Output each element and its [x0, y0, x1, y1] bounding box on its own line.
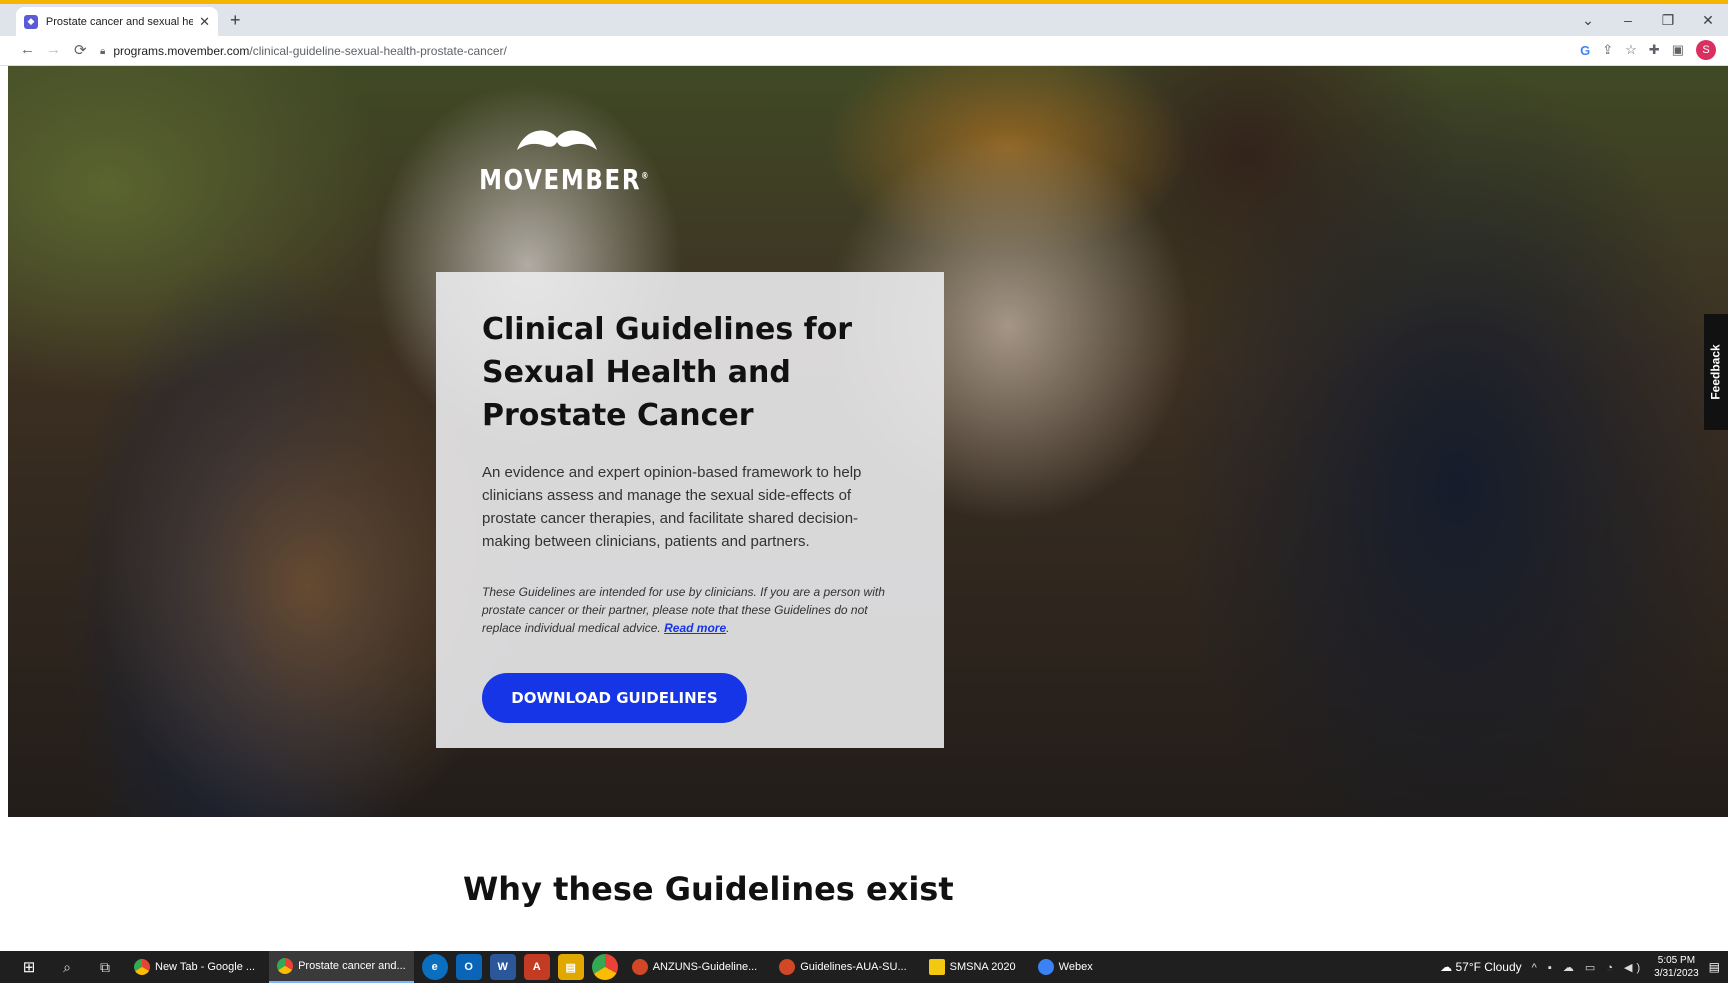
cloud-icon: ☁	[1440, 960, 1453, 974]
taskbar-app-label: ANZUNS-Guideline...	[652, 961, 758, 973]
taskbar-app-label: New Tab - Google ...	[155, 961, 256, 973]
windows-start-icon[interactable]: ⊞	[14, 958, 44, 976]
url-path: /clinical-guideline-sexual-health-prosta…	[249, 44, 507, 58]
system-tray: ☁ 57°F Cloudy ^ ▪ ☁ ▭ ◔ ◀) 5:05 PM 3/31/…	[1440, 951, 1720, 983]
forward-arrow-icon[interactable]: →	[46, 41, 61, 58]
back-arrow-icon[interactable]: ←	[20, 41, 35, 58]
logo-text: MOVEMBER	[479, 163, 642, 196]
powerpoint-icon	[779, 959, 796, 975]
section-title: Why these Guidelines exist	[463, 870, 954, 908]
search-icon[interactable]: ⌕	[52, 959, 82, 976]
logo-registered-mark: ®	[641, 171, 651, 182]
address-bar[interactable]: 🔒︎ programs.movember.com /clinical-guide…	[100, 39, 1540, 63]
close-tab-icon[interactable]: ✕	[199, 14, 210, 30]
side-panel-icon[interactable]: ▣	[1672, 42, 1684, 58]
notification-icon[interactable]: ▤	[1709, 960, 1720, 974]
browser-toolbar: ← → ⟳ 🔒︎ programs.movember.com /clinical…	[0, 36, 1728, 66]
extensions-puzzle-icon[interactable]: ✚	[1649, 42, 1660, 58]
hero-description: An evidence and expert opinion-based fra…	[482, 464, 862, 550]
movember-favicon-icon: ◆	[24, 14, 38, 29]
hero-disclaimer: These Guidelines are intended for use by…	[482, 583, 892, 637]
close-window-button[interactable]: ✕	[1688, 8, 1728, 32]
taskbar-app-anzuns[interactable]: ANZUNS-Guideline...	[624, 951, 766, 983]
hero-card: Clinical Guidelines for Sexual Health an…	[436, 272, 944, 748]
taskbar-app-smsna[interactable]: SMSNA 2020	[921, 951, 1024, 983]
google-lens-icon[interactable]: G	[1580, 43, 1590, 58]
edge-icon[interactable]: e	[421, 954, 448, 980]
disclaimer-period: .	[726, 621, 730, 635]
outlook-icon[interactable]: O	[455, 954, 482, 980]
clock-time: 5:05 PM	[1657, 955, 1696, 966]
hero-banner: MOVEMBER® Clinical Guidelines for Sexual…	[8, 66, 1728, 817]
webex-icon	[1037, 959, 1054, 975]
taskbar-app-label: Guidelines-AUA-SU...	[800, 961, 907, 973]
minimize-button[interactable]: –	[1608, 8, 1648, 32]
profile-avatar[interactable]: S	[1696, 40, 1716, 60]
reload-icon[interactable]: ⟳	[74, 41, 87, 59]
clock-date: 3/31/2023	[1654, 968, 1699, 979]
share-icon[interactable]: ⇪	[1602, 42, 1613, 58]
tab-search-icon[interactable]: ⌄	[1568, 8, 1608, 32]
windows-taskbar: ⊞ ⌕ ⧉ New Tab - Google ... Prostate canc…	[0, 951, 1728, 983]
tab-title: Prostate cancer and sexual health	[45, 15, 194, 28]
clock[interactable]: 5:05 PM 3/31/2023	[1654, 954, 1699, 980]
url-host: programs.movember.com	[113, 44, 250, 58]
taskbar-app-webex[interactable]: Webex	[1030, 951, 1101, 983]
powerpoint-icon	[631, 959, 648, 975]
lock-icon[interactable]: 🔒︎	[100, 46, 105, 57]
read-more-link[interactable]: Read more	[664, 621, 726, 635]
feedback-label: Feedback	[1709, 344, 1724, 400]
chrome-icon	[134, 959, 150, 975]
taskbar-app-new-tab[interactable]: New Tab - Google ...	[126, 951, 263, 983]
download-guidelines-button[interactable]: DOWNLOAD GUIDELINES	[482, 673, 747, 723]
browser-tab-active[interactable]: ◆ Prostate cancer and sexual health ✕	[16, 7, 218, 36]
chrome-icon[interactable]	[591, 954, 618, 980]
taskbar-app-label: Prostate cancer and...	[298, 960, 406, 972]
weather-widget[interactable]: ☁ 57°F Cloudy	[1440, 960, 1522, 974]
taskbar-app-label: SMSNA 2020	[949, 961, 1016, 973]
restore-button[interactable]: ❐	[1648, 8, 1688, 32]
feedback-tab[interactable]: Feedback	[1704, 314, 1728, 430]
page-title: Clinical Guidelines for Sexual Health an…	[482, 312, 853, 433]
acrobat-icon[interactable]: A	[523, 954, 550, 980]
weather-text: 57°F Cloudy	[1455, 960, 1522, 974]
taskbar-app-aua[interactable]: Guidelines-AUA-SU...	[771, 951, 914, 983]
chrome-icon	[277, 958, 294, 974]
tray-icons[interactable]: ^ ▪ ☁ ▭ ◔ ◀)	[1532, 961, 1645, 974]
word-icon[interactable]: W	[489, 954, 516, 980]
taskbar-app-prostate[interactable]: Prostate cancer and...	[269, 951, 414, 983]
window-controls: ⌄ – ❐ ✕	[1568, 8, 1728, 32]
new-tab-button[interactable]: +	[230, 10, 241, 31]
mustache-icon	[517, 130, 597, 150]
toolbar-icons: G ⇪ ☆ ✚ ▣ S	[1580, 40, 1716, 60]
taskbar-app-label: Webex	[1058, 961, 1093, 973]
logo-wordmark: MOVEMBER®	[479, 163, 648, 196]
bookmark-star-icon[interactable]: ☆	[1625, 42, 1637, 58]
file-explorer-icon[interactable]: ▤	[557, 954, 584, 980]
browser-tab-strip: ◆ Prostate cancer and sexual health ✕ + …	[0, 4, 1728, 36]
movember-logo[interactable]: MOVEMBER®	[462, 128, 652, 196]
folder-icon	[928, 959, 945, 975]
task-view-icon[interactable]: ⧉	[90, 959, 120, 976]
